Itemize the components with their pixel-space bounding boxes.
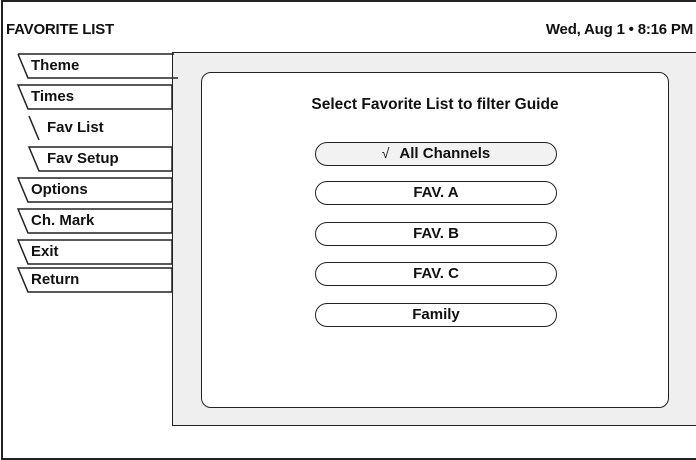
tab-label: Fav Setup [47, 150, 119, 167]
tab-label: Options [31, 181, 88, 198]
checkmark-icon: √ [381, 145, 390, 161]
option-label: FAV. A [413, 184, 459, 201]
tab-return[interactable]: Return [16, 267, 178, 293]
option-label: All Channels [399, 145, 491, 162]
tab-fav-setup[interactable]: Fav Setup [27, 146, 175, 172]
option-fav-a[interactable]: FAV. A [315, 181, 557, 205]
option-fav-c[interactable]: FAV. C [315, 262, 557, 286]
tab-exit[interactable]: Exit [16, 239, 178, 265]
option-family[interactable]: Family [315, 303, 557, 327]
prompt-text: Select Favorite List to filter Guide [311, 96, 559, 113]
tab-fav-list[interactable]: Fav List [28, 115, 175, 141]
tab-label: Fav List [47, 119, 104, 136]
tab-label: Return [31, 271, 80, 288]
option-all-channels[interactable]: √ All Channels [315, 142, 557, 166]
tab-times[interactable]: Times [16, 84, 178, 110]
option-label: FAV. B [413, 225, 459, 242]
date-time: Wed, Aug 1 • 8:16 PM [545, 21, 693, 38]
option-label: FAV. C [413, 265, 459, 282]
header-bar: FAVORITE LIST Wed, Aug 1 • 8:16 PM [0, 0, 696, 44]
tab-label: Times [31, 88, 75, 105]
tab-theme[interactable]: Theme [17, 53, 178, 79]
option-label: Family [412, 306, 460, 323]
page-title: FAVORITE LIST [6, 21, 114, 38]
tab-label: Theme [31, 57, 80, 74]
tab-ch-mark[interactable]: Ch. Mark [16, 208, 178, 234]
option-fav-b[interactable]: FAV. B [315, 222, 557, 246]
tab-label: Exit [31, 243, 59, 260]
tab-options[interactable]: Options [16, 177, 178, 203]
tab-label: Ch. Mark [31, 212, 95, 229]
